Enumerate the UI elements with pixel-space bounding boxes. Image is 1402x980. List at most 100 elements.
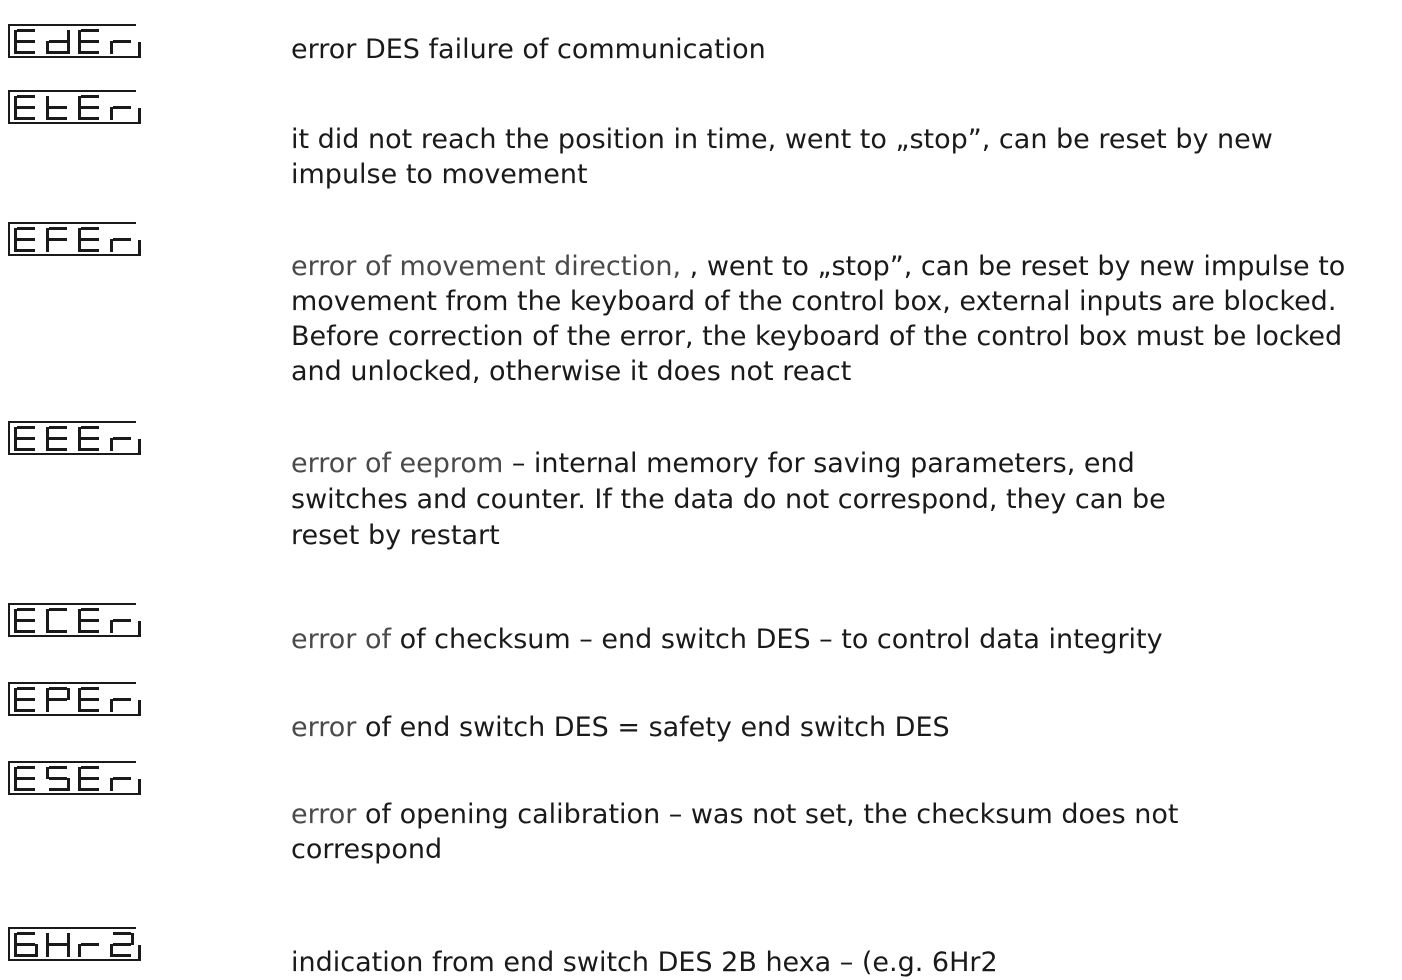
- segment-e: [78, 699, 81, 712]
- display-frame-right: [138, 42, 141, 58]
- segment-g: [113, 777, 131, 780]
- segment-d: [81, 788, 99, 791]
- segment-g: [113, 238, 131, 241]
- segment-g: [81, 238, 99, 241]
- segment-e: [78, 239, 81, 252]
- segment-g: [17, 437, 35, 440]
- error-description-text: error DES failure of communication: [291, 34, 766, 65]
- segment-a: [81, 687, 99, 690]
- segment-e: [78, 778, 81, 791]
- display-frame-top: [8, 24, 136, 26]
- segment-a: [17, 426, 35, 429]
- seven-segment-display-icon: [8, 222, 142, 256]
- segment-a: [17, 95, 35, 98]
- segment-f: [46, 427, 49, 439]
- segment-g: [49, 437, 67, 440]
- error-description: error of of checksum – end switch DES – …: [291, 622, 1399, 657]
- display-frame-right: [138, 439, 141, 455]
- segment-f: [78, 609, 81, 621]
- segment-f: [78, 767, 81, 779]
- segment-f: [78, 427, 81, 439]
- seven-segment-display-icon: [8, 421, 142, 455]
- segment-b: [67, 30, 70, 42]
- error-description: error of movement direction, , went to „…: [291, 249, 1399, 389]
- segment-a: [81, 29, 99, 32]
- segment-a: [17, 687, 35, 690]
- segment-e: [110, 778, 113, 791]
- segment-d: [81, 249, 99, 252]
- segment-e: [14, 239, 17, 252]
- segment-a: [81, 227, 99, 230]
- display-frame-right: [138, 700, 141, 716]
- segment-g: [113, 437, 131, 440]
- segment-e: [14, 620, 17, 633]
- seven-segment-digits-icon: [8, 927, 141, 961]
- error-description: error DES failure of communication: [291, 32, 1399, 67]
- segment-d: [49, 630, 67, 633]
- seven-segment-digits-icon: [8, 603, 141, 637]
- segment-d: [17, 709, 35, 712]
- display-frame-right: [138, 945, 141, 961]
- display-frame-bottom: [8, 254, 140, 256]
- segment-g: [17, 943, 35, 946]
- segment-c: [35, 944, 38, 957]
- segment-f: [46, 228, 49, 240]
- segment-f: [46, 609, 49, 621]
- segment-a: [49, 766, 67, 769]
- segment-d: [49, 117, 67, 120]
- segment-a: [81, 426, 99, 429]
- display-frame-bottom: [8, 56, 140, 58]
- error-description-lead: error: [291, 799, 357, 830]
- error-description: it did not reach the position in time, w…: [291, 122, 1351, 192]
- segment-e: [14, 41, 17, 54]
- segment-e: [14, 438, 17, 451]
- segment-a: [17, 227, 35, 230]
- seven-segment-digits-icon: [8, 682, 141, 716]
- segment-d: [81, 630, 99, 633]
- segment-e: [78, 620, 81, 633]
- segment-e: [110, 620, 113, 633]
- segment-e: [78, 107, 81, 120]
- segment-g: [49, 943, 67, 946]
- segment-a: [49, 687, 67, 690]
- segment-a: [81, 608, 99, 611]
- display-frame-top: [8, 90, 136, 92]
- segment-e: [46, 107, 49, 120]
- segment-g: [17, 619, 35, 622]
- seven-segment-display-icon: [8, 927, 142, 961]
- segment-d: [17, 630, 35, 633]
- segment-d: [81, 51, 99, 54]
- segment-d: [49, 51, 67, 54]
- segment-e: [110, 438, 113, 451]
- error-description: error of opening calibration – was not s…: [291, 797, 1251, 867]
- segment-e: [14, 944, 17, 957]
- segment-g: [17, 40, 35, 43]
- segment-g: [17, 698, 35, 701]
- seven-segment-digits-icon: [8, 421, 141, 455]
- segment-d: [17, 117, 35, 120]
- segment-e: [78, 41, 81, 54]
- segment-f: [14, 609, 17, 621]
- segment-a: [49, 227, 67, 230]
- segment-g: [113, 619, 131, 622]
- seven-segment-display-icon: [8, 761, 142, 795]
- segment-g: [113, 40, 131, 43]
- segment-a: [17, 766, 35, 769]
- display-frame-left: [8, 761, 10, 795]
- display-frame-top: [8, 222, 136, 224]
- display-frame-bottom: [8, 959, 140, 961]
- segment-f: [14, 688, 17, 700]
- display-frame-left: [8, 24, 10, 58]
- segment-d: [113, 954, 131, 957]
- display-frame-bottom: [8, 635, 140, 637]
- segment-e: [110, 107, 113, 120]
- segment-e: [46, 41, 49, 54]
- segment-b: [67, 688, 70, 700]
- display-frame-right: [138, 240, 141, 256]
- segment-e: [14, 699, 17, 712]
- segment-a: [113, 932, 131, 935]
- segment-c: [67, 41, 70, 54]
- segment-g: [81, 106, 99, 109]
- segment-f: [78, 96, 81, 108]
- segment-g: [17, 106, 35, 109]
